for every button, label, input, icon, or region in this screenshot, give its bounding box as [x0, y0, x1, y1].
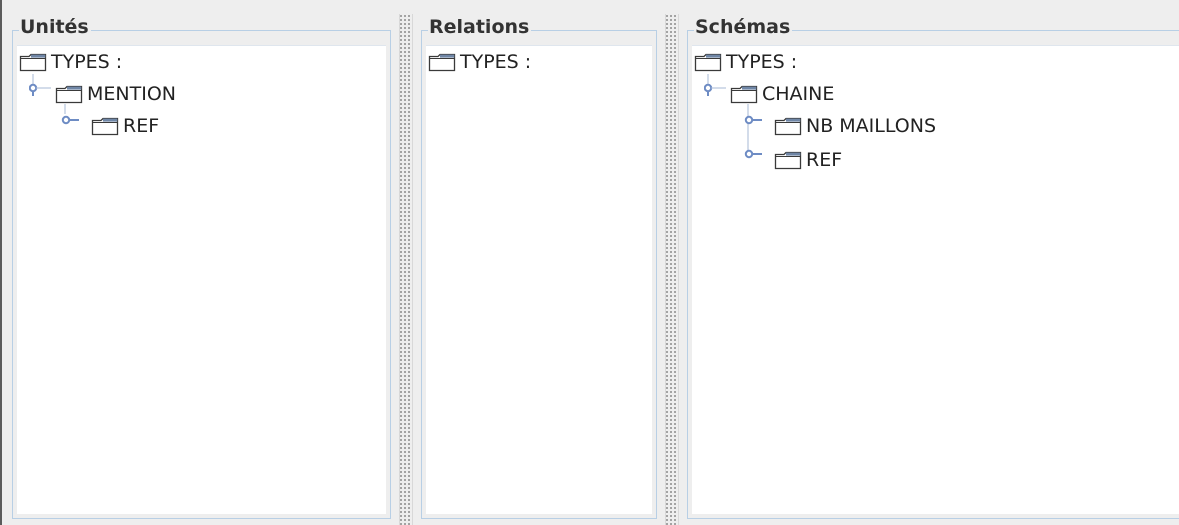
window-content: Unités TYPES : MENTION REF Relations TYP…	[0, 0, 1179, 525]
folder-icon	[730, 84, 758, 104]
tree-node-label: TYPES :	[726, 51, 798, 73]
panel-unites-border: Unités TYPES : MENTION REF	[12, 14, 391, 519]
panel-schemas: Schémas TYPES : CHAINE NB MAILLONS REF	[679, 14, 1179, 525]
expanded-handle-icon[interactable]	[704, 74, 728, 124]
tree-node-label: REF	[806, 149, 843, 171]
collapsed-handle-icon[interactable]	[744, 104, 772, 166]
folder-icon	[91, 116, 119, 136]
tree-node-label: TYPES :	[51, 51, 123, 73]
split-pane-divider[interactable]	[399, 14, 413, 525]
schemas-tree[interactable]: TYPES : CHAINE NB MAILLONS REF	[692, 45, 1179, 514]
tree-node-label: REF	[123, 115, 160, 137]
tree-node-label: MENTION	[87, 83, 176, 105]
tree-node-root[interactable]: TYPES :	[428, 46, 531, 78]
folder-icon	[19, 52, 47, 72]
split-pane-divider[interactable]	[665, 14, 679, 525]
panel-schemas-border: Schémas TYPES : CHAINE NB MAILLONS REF	[687, 14, 1179, 519]
folder-icon	[774, 150, 802, 170]
panel-relations: Relations TYPES :	[413, 14, 665, 525]
tree-node-ref[interactable]: REF	[91, 110, 159, 142]
panel-relations-border: Relations TYPES :	[421, 14, 657, 519]
panel-schemas-title: Schémas	[694, 14, 793, 40]
panel-relations-title: Relations	[428, 14, 532, 40]
panel-unites: Unités TYPES : MENTION REF	[4, 14, 399, 525]
tree-node-ref[interactable]: REF	[774, 144, 842, 176]
tree-node-nb-maillons[interactable]: NB MAILLONS	[774, 110, 936, 142]
relations-tree[interactable]: TYPES :	[426, 45, 652, 514]
folder-icon	[694, 52, 722, 72]
tree-node-label: CHAINE	[762, 83, 835, 105]
expanded-handle-icon[interactable]	[29, 74, 53, 124]
tree-node-label: TYPES :	[460, 51, 532, 73]
collapsed-handle-icon[interactable]	[61, 104, 89, 134]
folder-icon	[774, 116, 802, 136]
panel-unites-title: Unités	[19, 14, 91, 40]
tree-node-label: NB MAILLONS	[806, 115, 937, 137]
folder-icon	[55, 84, 83, 104]
folder-icon	[428, 52, 456, 72]
unites-tree[interactable]: TYPES : MENTION REF	[17, 45, 386, 514]
